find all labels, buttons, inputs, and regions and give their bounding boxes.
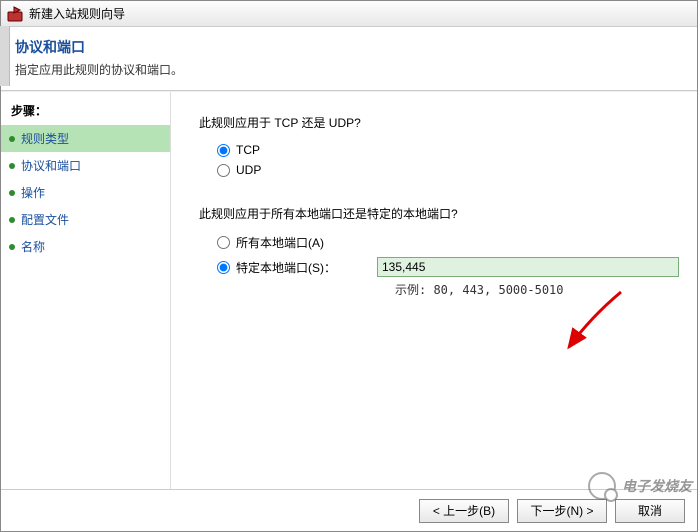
wizard-window: 新建入站规则向导 协议和端口 指定应用此规则的协议和端口。 步骤： 规则类型 协… (0, 0, 698, 532)
bullet-icon (9, 244, 15, 250)
step-label: 规则类型 (21, 130, 69, 147)
radio-tcp-input[interactable] (217, 144, 230, 157)
content-pane: 此规则应用于 TCP 还是 UDP? TCP UDP 此规则应用于所有本地端口还… (171, 92, 697, 489)
radio-udp[interactable]: UDP (217, 163, 679, 177)
step-profile[interactable]: 配置文件 (1, 206, 170, 233)
specific-ports-row: 特定本地端口(S)： (217, 257, 679, 277)
radio-specific-ports-input[interactable] (217, 261, 230, 274)
page-subtitle: 指定应用此规则的协议和端口。 (15, 61, 683, 78)
steps-sidebar: 步骤： 规则类型 协议和端口 操作 配置文件 名称 (1, 92, 171, 489)
header: 协议和端口 指定应用此规则的协议和端口。 (1, 27, 697, 91)
step-label: 协议和端口 (21, 157, 81, 174)
step-protocol-ports[interactable]: 协议和端口 (1, 152, 170, 179)
step-rule-type[interactable]: 规则类型 (1, 125, 170, 152)
step-label: 操作 (21, 184, 45, 201)
window-title: 新建入站规则向导 (29, 5, 125, 22)
page-title: 协议和端口 (15, 37, 683, 57)
radio-specific-ports[interactable]: 特定本地端口(S)： (217, 259, 377, 276)
radio-udp-input[interactable] (217, 164, 230, 177)
bullet-icon (9, 136, 15, 142)
bullet-icon (9, 190, 15, 196)
radio-all-ports-label: 所有本地端口(A) (236, 234, 324, 251)
radio-all-ports-input[interactable] (217, 236, 230, 249)
titlebar: 新建入站规则向导 (1, 1, 697, 27)
bullet-icon (9, 163, 15, 169)
step-name[interactable]: 名称 (1, 233, 170, 260)
ports-input[interactable] (377, 257, 679, 277)
app-icon (7, 6, 23, 22)
ports-example: 示例: 80, 443, 5000-5010 (395, 281, 679, 298)
radio-all-ports[interactable]: 所有本地端口(A) (217, 234, 679, 251)
cancel-button[interactable]: 取消 (615, 499, 685, 523)
ports-radiogroup: 所有本地端口(A) 特定本地端口(S)： 示例: 80, 443, 5000-5… (217, 234, 679, 298)
next-button[interactable]: 下一步(N) > (517, 499, 607, 523)
steps-label: 步骤： (1, 98, 170, 125)
protocol-radiogroup: TCP UDP (217, 143, 679, 177)
question-ports: 此规则应用于所有本地端口还是特定的本地端口? (199, 205, 679, 222)
body: 步骤： 规则类型 协议和端口 操作 配置文件 名称 此 (1, 91, 697, 489)
question-protocol: 此规则应用于 TCP 还是 UDP? (199, 114, 679, 131)
step-action[interactable]: 操作 (1, 179, 170, 206)
step-label: 名称 (21, 238, 45, 255)
radio-tcp-label: TCP (236, 143, 260, 157)
radio-specific-ports-label: 特定本地端口(S)： (236, 259, 336, 276)
bullet-icon (9, 217, 15, 223)
left-edge-decoration (0, 26, 10, 86)
footer: < 上一步(B) 下一步(N) > 取消 (1, 489, 697, 531)
back-button[interactable]: < 上一步(B) (419, 499, 509, 523)
radio-udp-label: UDP (236, 163, 261, 177)
radio-tcp[interactable]: TCP (217, 143, 679, 157)
step-label: 配置文件 (21, 211, 69, 228)
